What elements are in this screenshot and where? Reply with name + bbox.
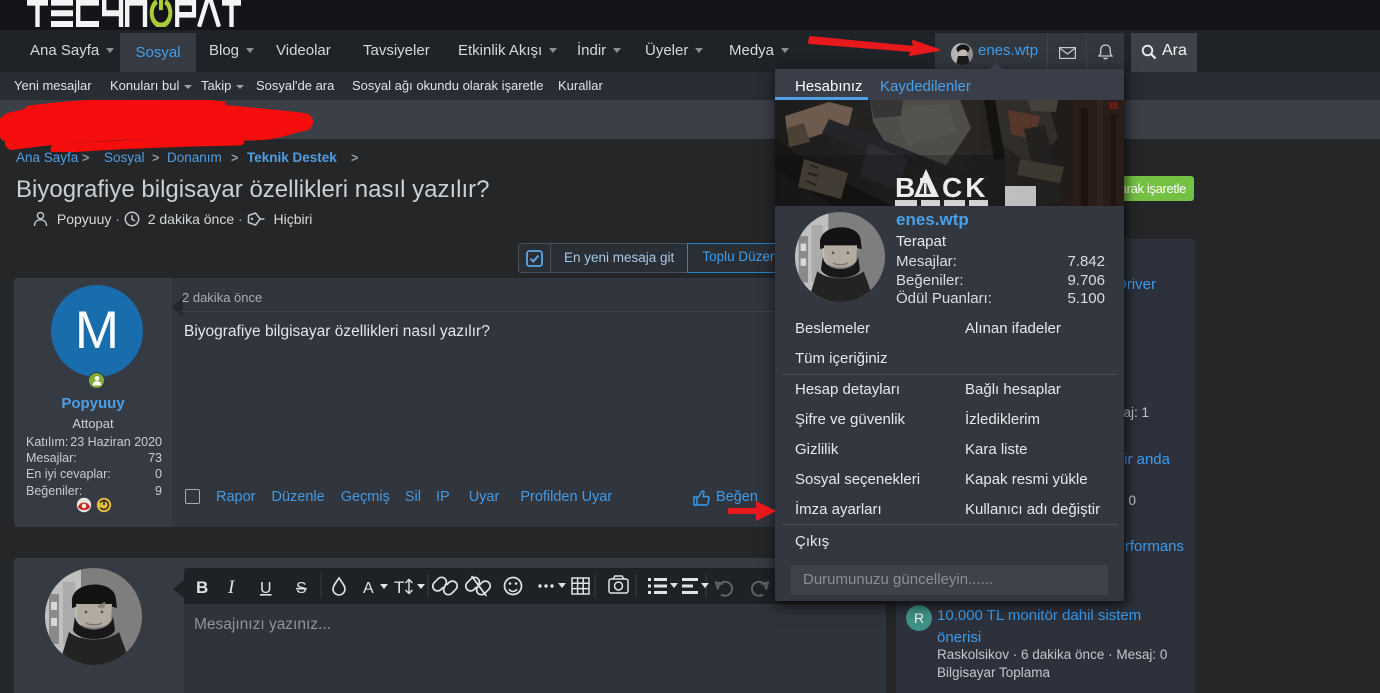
svg-text:A: A xyxy=(363,580,374,597)
svg-text:I: I xyxy=(227,577,236,598)
svg-text:CK: CK xyxy=(942,172,988,203)
svg-text:S: S xyxy=(296,580,307,597)
svg-text:U: U xyxy=(260,580,272,597)
svg-text:T: T xyxy=(394,578,404,597)
svg-text:B: B xyxy=(196,578,208,597)
